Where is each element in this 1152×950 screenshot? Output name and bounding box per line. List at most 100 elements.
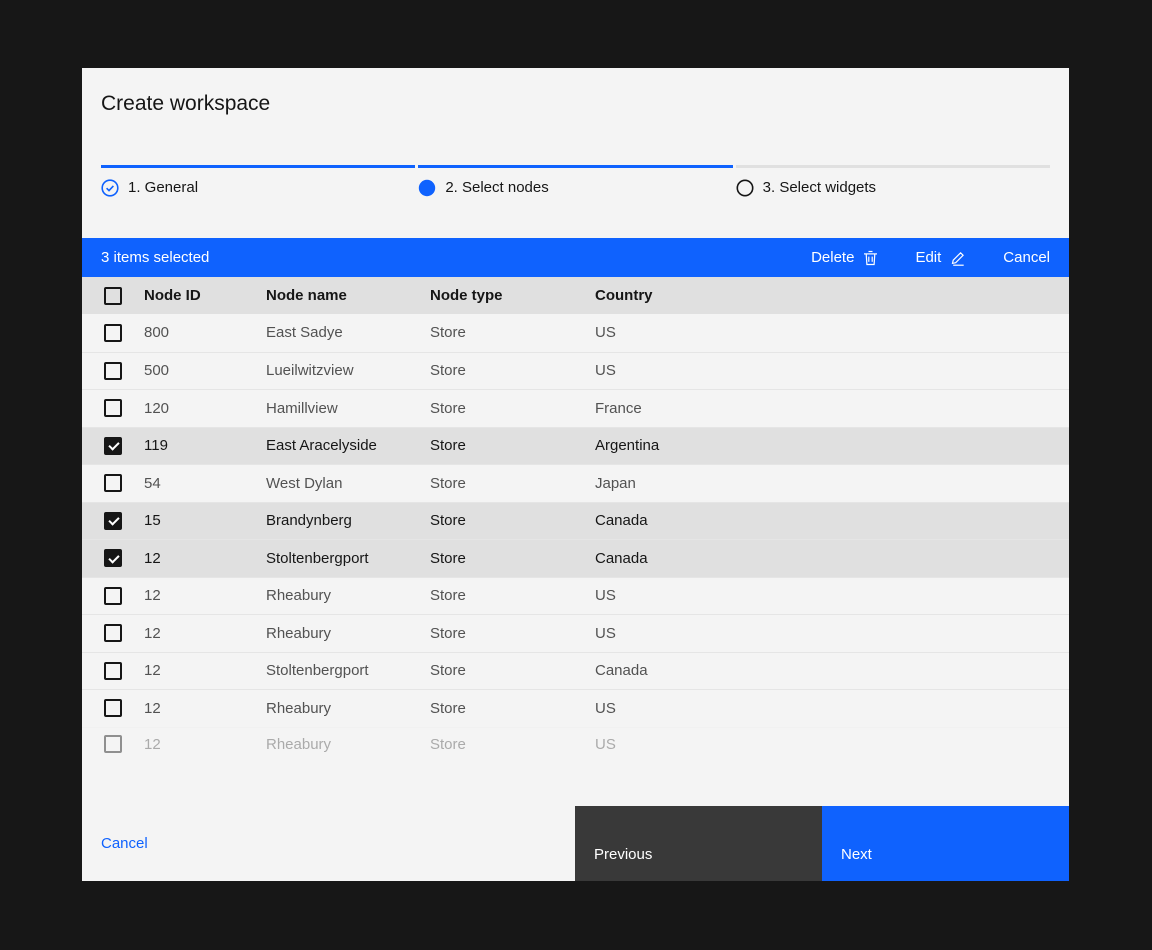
cell-country: Argentina bbox=[595, 437, 1069, 454]
column-header-country: Country bbox=[595, 287, 1069, 304]
row-checkbox-cell bbox=[82, 437, 144, 455]
cell-node-id: 12 bbox=[144, 550, 266, 567]
progress-indicator: 1. General 2. Select nodes 3. Select wid… bbox=[82, 165, 1069, 197]
step-label: 1. General bbox=[128, 178, 198, 197]
cell-country: France bbox=[595, 400, 1069, 417]
cell-country: Canada bbox=[595, 512, 1069, 529]
cell-node-type: Store bbox=[430, 550, 595, 567]
cell-node-id: 15 bbox=[144, 512, 266, 529]
row-checkbox[interactable] bbox=[104, 549, 122, 567]
batch-action-bar: 3 items selected Delete Edit bbox=[82, 238, 1069, 277]
delete-button[interactable]: Delete bbox=[811, 249, 878, 266]
modal-title: Create workspace bbox=[101, 91, 1050, 117]
table-row[interactable]: 800East SadyeStoreUS bbox=[82, 314, 1069, 352]
step-incomplete-icon bbox=[736, 179, 754, 197]
progress-step-general[interactable]: 1. General bbox=[101, 165, 415, 197]
next-button[interactable]: Next bbox=[822, 806, 1069, 881]
cell-node-name: East Sadye bbox=[266, 324, 430, 341]
cell-node-id: 54 bbox=[144, 475, 266, 492]
cell-node-id: 12 bbox=[144, 736, 266, 753]
cell-node-id: 120 bbox=[144, 400, 266, 417]
cell-node-name: Brandynberg bbox=[266, 512, 430, 529]
row-checkbox-cell bbox=[82, 699, 144, 717]
cell-node-name: Stoltenbergport bbox=[266, 550, 430, 567]
cell-country: Japan bbox=[595, 475, 1069, 492]
cell-node-type: Store bbox=[430, 736, 595, 753]
column-header-node-name: Node name bbox=[266, 287, 430, 304]
row-checkbox-cell bbox=[82, 474, 144, 492]
batch-cancel-label: Cancel bbox=[1003, 249, 1050, 266]
previous-button[interactable]: Previous bbox=[575, 806, 822, 881]
row-checkbox-cell bbox=[82, 399, 144, 417]
row-checkbox-cell bbox=[82, 587, 144, 605]
row-checkbox[interactable] bbox=[104, 474, 122, 492]
cell-node-name: Rheabury bbox=[266, 587, 430, 604]
cell-node-name: Hamillview bbox=[266, 400, 430, 417]
row-checkbox[interactable] bbox=[104, 662, 122, 680]
select-all-checkbox[interactable] bbox=[104, 287, 122, 305]
modal-header: Create workspace bbox=[82, 68, 1069, 117]
table-row[interactable]: 120HamillviewStoreFrance bbox=[82, 389, 1069, 427]
row-checkbox[interactable] bbox=[104, 512, 122, 530]
row-checkbox[interactable] bbox=[104, 699, 122, 717]
table-row[interactable]: 54West DylanStoreJapan bbox=[82, 464, 1069, 502]
cell-node-id: 12 bbox=[144, 700, 266, 717]
row-checkbox[interactable] bbox=[104, 587, 122, 605]
row-checkbox[interactable] bbox=[104, 437, 122, 455]
batch-selected-count: 3 items selected bbox=[101, 249, 209, 266]
table-row[interactable]: 12RheaburyStoreUS bbox=[82, 727, 1069, 761]
table-row[interactable]: 12StoltenbergportStoreCanada bbox=[82, 539, 1069, 577]
table-row[interactable]: 12StoltenbergportStoreCanada bbox=[82, 652, 1069, 690]
step-label: 2. Select nodes bbox=[445, 178, 548, 197]
cell-node-type: Store bbox=[430, 587, 595, 604]
table-row[interactable]: 500LueilwitzviewStoreUS bbox=[82, 352, 1069, 390]
edit-pencil-icon bbox=[950, 250, 966, 266]
cell-node-id: 12 bbox=[144, 662, 266, 679]
row-checkbox-cell bbox=[82, 362, 144, 380]
cell-node-name: Lueilwitzview bbox=[266, 362, 430, 379]
cell-country: US bbox=[595, 324, 1069, 341]
row-checkbox[interactable] bbox=[104, 362, 122, 380]
row-checkbox[interactable] bbox=[104, 624, 122, 642]
row-checkbox-cell bbox=[82, 549, 144, 567]
cell-node-type: Store bbox=[430, 362, 595, 379]
cell-node-type: Store bbox=[430, 475, 595, 492]
footer-cancel-link[interactable]: Cancel bbox=[101, 835, 148, 852]
cell-node-type: Store bbox=[430, 324, 595, 341]
cell-node-name: Stoltenbergport bbox=[266, 662, 430, 679]
trash-can-icon bbox=[863, 250, 878, 266]
table-row[interactable]: 119East AracelysideStoreArgentina bbox=[82, 427, 1069, 465]
edit-button[interactable]: Edit bbox=[915, 249, 966, 266]
header-checkbox-cell bbox=[82, 287, 144, 305]
delete-button-label: Delete bbox=[811, 249, 854, 266]
edit-button-label: Edit bbox=[915, 249, 941, 266]
row-checkbox-cell bbox=[82, 735, 144, 753]
table-row[interactable]: 12RheaburyStoreUS bbox=[82, 614, 1069, 652]
row-checkbox-cell bbox=[82, 324, 144, 342]
row-checkbox[interactable] bbox=[104, 324, 122, 342]
cell-node-id: 12 bbox=[144, 625, 266, 642]
cell-country: US bbox=[595, 700, 1069, 717]
progress-step-select-nodes[interactable]: 2. Select nodes bbox=[418, 165, 732, 197]
column-header-node-id: Node ID bbox=[144, 287, 266, 304]
cell-country: US bbox=[595, 625, 1069, 642]
table-row[interactable]: 15BrandynbergStoreCanada bbox=[82, 502, 1069, 540]
cell-node-type: Store bbox=[430, 400, 595, 417]
cell-country: US bbox=[595, 587, 1069, 604]
cell-node-name: Rheabury bbox=[266, 736, 430, 753]
cell-node-name: West Dylan bbox=[266, 475, 430, 492]
table-row[interactable]: 12RheaburyStoreUS bbox=[82, 689, 1069, 727]
row-checkbox[interactable] bbox=[104, 399, 122, 417]
cell-node-id: 119 bbox=[144, 437, 266, 454]
cell-node-name: Rheabury bbox=[266, 700, 430, 717]
row-checkbox[interactable] bbox=[104, 735, 122, 753]
table-row[interactable]: 12RheaburyStoreUS bbox=[82, 577, 1069, 615]
cell-node-type: Store bbox=[430, 512, 595, 529]
batch-cancel-button[interactable]: Cancel bbox=[1003, 249, 1050, 266]
cell-country: Canada bbox=[595, 662, 1069, 679]
cell-country: Canada bbox=[595, 550, 1069, 567]
cell-country: US bbox=[595, 362, 1069, 379]
progress-step-select-widgets[interactable]: 3. Select widgets bbox=[736, 165, 1050, 197]
row-checkbox-cell bbox=[82, 624, 144, 642]
cell-node-name: Rheabury bbox=[266, 625, 430, 642]
